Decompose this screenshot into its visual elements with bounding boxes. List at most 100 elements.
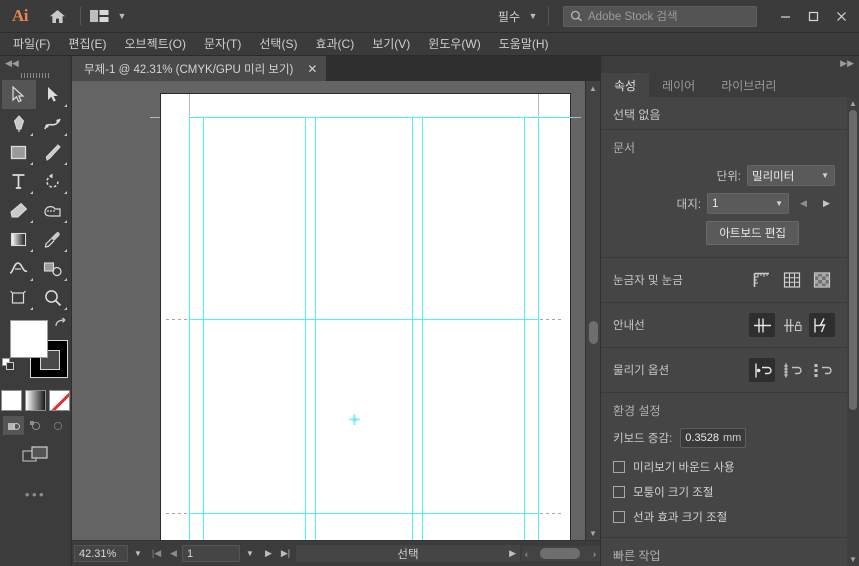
collapse-panel-icon[interactable]: ◀◀: [0, 56, 71, 70]
tab-layers[interactable]: 레이어: [649, 73, 708, 97]
menu-view[interactable]: 보기(V): [363, 34, 419, 54]
width-tool[interactable]: [2, 254, 36, 283]
fill-swatch[interactable]: [10, 320, 48, 358]
menu-edit[interactable]: 편집(E): [59, 34, 115, 54]
eyedropper-tool[interactable]: [36, 225, 70, 254]
first-artboard-button[interactable]: |◀: [148, 545, 165, 562]
gradient-tool[interactable]: [2, 225, 36, 254]
zoom-level-input[interactable]: 42.31%: [74, 545, 128, 562]
artboard-dropdown-icon[interactable]: ▼: [240, 545, 260, 562]
draw-normal-button[interactable]: [3, 416, 24, 435]
swap-fill-stroke-icon[interactable]: [54, 317, 68, 331]
artboard-number-input[interactable]: 1: [182, 545, 240, 562]
use-preview-bounds-checkbox[interactable]: [613, 461, 625, 473]
selection-tool[interactable]: [1, 80, 36, 109]
panel-scrollbar[interactable]: ▲ ▼: [847, 97, 859, 566]
artboard-select[interactable]: 1 ▼: [707, 193, 789, 214]
none-button[interactable]: [49, 390, 70, 411]
menu-type[interactable]: 문자(T): [195, 34, 250, 54]
snap-to-grid-button[interactable]: [779, 358, 805, 382]
panel-scroll-up-icon[interactable]: ▲: [847, 97, 859, 110]
snap-to-pixel-button[interactable]: [809, 358, 835, 382]
home-icon[interactable]: [40, 0, 74, 33]
show-grid-button[interactable]: [779, 268, 805, 292]
solid-color-button[interactable]: [1, 390, 22, 411]
next-artboard-button[interactable]: ▶: [260, 545, 277, 562]
more-tools-button[interactable]: •••: [0, 487, 71, 502]
direct-selection-tool[interactable]: [36, 80, 70, 109]
artboard-tool[interactable]: [2, 283, 36, 312]
close-tab-icon[interactable]: ✕: [303, 62, 321, 76]
menu-window[interactable]: 윈도우(W): [419, 34, 489, 54]
menu-object[interactable]: 오브젝트(O): [115, 34, 195, 54]
expand-panels-icon[interactable]: ▶▶: [840, 58, 854, 69]
paintbrush-tool[interactable]: [36, 138, 70, 167]
unit-select[interactable]: 밀리미터 ▼: [747, 165, 835, 186]
checkbox-row[interactable]: 모퉁이 크기 조절: [613, 484, 835, 500]
status-info[interactable]: 선택 ▶: [296, 545, 520, 562]
canvas-horizontal-scrollbar[interactable]: ‹ ›: [522, 546, 600, 561]
status-menu-icon[interactable]: ▶: [509, 548, 516, 559]
scroll-down-icon[interactable]: ▼: [586, 526, 600, 540]
arrange-dropdown-icon[interactable]: ▼: [113, 5, 131, 27]
artboard[interactable]: [160, 93, 571, 540]
workspace-dropdown-icon[interactable]: ▼: [524, 5, 542, 27]
zoom-tool[interactable]: [36, 283, 70, 312]
menu-effect[interactable]: 효과(C): [306, 34, 363, 54]
type-tool[interactable]: [2, 167, 36, 196]
tab-libraries[interactable]: 라이브러리: [708, 73, 789, 97]
tab-properties[interactable]: 속성: [601, 73, 650, 97]
menu-help[interactable]: 도움말(H): [490, 34, 558, 54]
scale-corners-checkbox[interactable]: [613, 486, 625, 498]
edit-artboard-button[interactable]: 아트보드 편집: [706, 221, 799, 245]
workspace-switcher[interactable]: 필수: [490, 8, 524, 25]
scale-strokes-effects-checkbox[interactable]: [613, 511, 625, 523]
curvature-tool[interactable]: [36, 109, 70, 138]
prev-artboard-button[interactable]: ◀: [165, 545, 182, 562]
menu-select[interactable]: 선택(S): [250, 34, 306, 54]
smart-guides-button[interactable]: [809, 313, 835, 337]
document-tab[interactable]: 무제-1 @ 42.31% (CMYK/GPU 미리 보기) ✕: [72, 56, 327, 81]
rulers-grid-section: 눈금자 및 눈금: [601, 258, 847, 303]
panel-drag-handle[interactable]: [0, 70, 71, 80]
vertical-scroll-thumb[interactable]: [589, 321, 598, 344]
shape-builder-tool[interactable]: [36, 196, 70, 225]
arrange-documents-icon[interactable]: [87, 5, 113, 27]
show-transparency-grid-button[interactable]: [809, 268, 835, 292]
gradient-button[interactable]: [25, 390, 46, 411]
lock-guides-button[interactable]: [779, 313, 805, 337]
hscroll-right-icon[interactable]: ›: [593, 549, 596, 559]
panel-scroll-thumb[interactable]: [849, 110, 857, 410]
horizontal-scroll-thumb[interactable]: [540, 548, 580, 559]
snap-to-point-button[interactable]: [749, 358, 775, 382]
canvas-vertical-scrollbar[interactable]: ▲ ▼: [585, 81, 600, 540]
tools-panel: ◀◀ •••: [0, 56, 72, 566]
screen-mode-icon[interactable]: [0, 445, 71, 465]
keyboard-increment-input[interactable]: 0.3528 mm: [680, 428, 747, 448]
minimize-button[interactable]: [771, 5, 799, 27]
canvas[interactable]: [72, 81, 585, 540]
checkbox-row[interactable]: 미리보기 바운드 사용: [613, 459, 835, 475]
draw-behind-button[interactable]: [25, 416, 46, 435]
pen-tool[interactable]: [2, 109, 36, 138]
show-guides-button[interactable]: [749, 313, 775, 337]
scroll-up-icon[interactable]: ▲: [586, 81, 600, 95]
maximize-button[interactable]: [799, 5, 827, 27]
next-artboard-button[interactable]: ▶: [818, 195, 835, 213]
hscroll-left-icon[interactable]: ‹: [522, 549, 528, 559]
draw-inside-button[interactable]: [47, 416, 68, 435]
prev-artboard-button[interactable]: ◀: [795, 195, 812, 213]
zoom-dropdown-icon[interactable]: ▼: [128, 545, 148, 562]
menu-file[interactable]: 파일(F): [4, 34, 59, 54]
rectangle-tool[interactable]: [2, 138, 36, 167]
checkbox-row[interactable]: 선과 효과 크기 조절: [613, 509, 835, 525]
show-rulers-button[interactable]: [749, 268, 775, 292]
eraser-tool[interactable]: [2, 196, 36, 225]
panel-scroll-down-icon[interactable]: ▼: [847, 553, 859, 566]
rotate-tool[interactable]: [36, 167, 70, 196]
close-button[interactable]: [827, 5, 855, 27]
stock-search-input[interactable]: Adobe Stock 검색: [563, 5, 757, 27]
free-transform-tool[interactable]: [36, 254, 70, 283]
default-fill-stroke-icon[interactable]: [2, 358, 16, 372]
last-artboard-button[interactable]: ▶|: [277, 545, 294, 562]
